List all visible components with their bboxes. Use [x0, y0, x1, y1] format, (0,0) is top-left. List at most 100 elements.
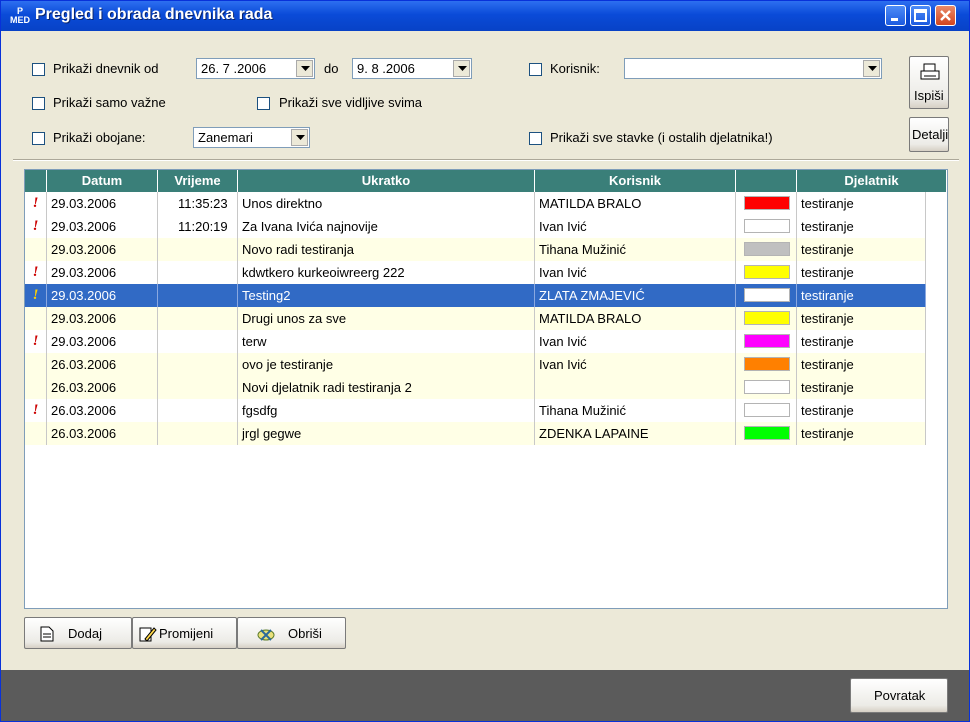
- table-row[interactable]: 29.03.2006 Drugi unos za sve MATILDA BRALO…: [25, 307, 926, 330]
- row-date-cell: 26.03.2006: [47, 376, 158, 399]
- table-row[interactable]: ! 29.03.2006 Testing2 ZLATA ZMAJEVIĆ testira…: [25, 284, 926, 307]
- all-items-label: Prikaži sve stavke (i ostalih djelatnika…: [550, 130, 773, 145]
- document-icon: [40, 626, 54, 642]
- row-time-cell: [158, 353, 238, 376]
- row-user-cell: Ivan Ivić: [535, 261, 736, 284]
- table-row[interactable]: 26.03.2006 Novi djelatnik radi testiranja…: [25, 376, 926, 399]
- row-worker-cell: testiranje: [797, 330, 926, 353]
- colored-checkbox[interactable]: [32, 132, 45, 145]
- user-filter-checkbox[interactable]: [529, 63, 542, 76]
- column-header-date[interactable]: Datum: [47, 170, 158, 192]
- scroll-down-button[interactable]: [947, 591, 948, 608]
- scroll-thumb[interactable]: [947, 270, 948, 464]
- row-flag-cell: !: [25, 330, 47, 353]
- edit-button[interactable]: Promijeni: [132, 617, 237, 649]
- row-flag-cell: !: [25, 399, 47, 422]
- row-date-cell: 29.03.2006: [47, 261, 158, 284]
- column-header-color[interactable]: [736, 170, 797, 192]
- row-time-cell: [158, 376, 238, 399]
- print-label: Ispiši: [914, 88, 944, 103]
- table-row[interactable]: 26.03.2006 jrgl gegwe ZDENKA LAPAINE testir…: [25, 422, 926, 445]
- date-to-label: do: [324, 61, 339, 76]
- color-swatch: [744, 219, 790, 233]
- chevron-down-icon: [301, 66, 310, 71]
- color-swatch: [744, 242, 790, 256]
- colored-select[interactable]: Zanemari: [193, 127, 310, 148]
- row-worker-cell: testiranje: [797, 215, 926, 238]
- row-flag-cell: !: [25, 192, 47, 215]
- edit-label: Promijeni: [159, 626, 214, 641]
- maximize-button[interactable]: [910, 5, 931, 26]
- table-row[interactable]: ! 29.03.2006 kdwtkero kurkeoiwreerg 222 Iva…: [25, 261, 926, 284]
- color-swatch: [744, 403, 790, 417]
- vertical-scrollbar[interactable]: [947, 170, 948, 608]
- row-flag-cell: [25, 422, 47, 445]
- close-icon: [940, 10, 951, 21]
- date-range-label: Prikaži dnevnik od: [53, 61, 159, 76]
- date-to-picker[interactable]: 9. 8 .2006: [352, 58, 472, 79]
- chevron-down-icon: [458, 66, 467, 71]
- log-table[interactable]: Datum Vrijeme Ukratko Korisnik Djelatnik…: [24, 169, 948, 609]
- date-from-dropdown-button[interactable]: [296, 60, 313, 77]
- date-to-dropdown-button[interactable]: [453, 60, 470, 77]
- row-flag-cell: [25, 353, 47, 376]
- colored-label: Prikaži obojane:: [53, 130, 146, 145]
- date-range-checkbox[interactable]: [32, 63, 45, 76]
- row-date-cell: 29.03.2006: [47, 330, 158, 353]
- row-time-cell: [158, 399, 238, 422]
- row-color-cell: [736, 422, 797, 445]
- row-time-cell: 11:35:23: [158, 192, 238, 215]
- table-row[interactable]: 26.03.2006 ovo je testiranje Ivan Ivić test…: [25, 353, 926, 376]
- row-summary-cell: fgsdfg: [238, 399, 535, 422]
- table-row[interactable]: ! 29.03.2006 terw Ivan Ivić testiranje: [25, 330, 926, 353]
- maximize-icon: [914, 9, 927, 22]
- column-header-flag[interactable]: [25, 170, 47, 192]
- colored-select-value: Zanemari: [198, 130, 253, 145]
- all-items-checkbox[interactable]: [529, 132, 542, 145]
- back-button[interactable]: Povratak: [850, 678, 948, 713]
- table-row[interactable]: 29.03.2006 Novo radi testiranja Tihana Muž…: [25, 238, 926, 261]
- title-bar[interactable]: P MED Pregled i obrada dnevnika rada: [1, 1, 969, 31]
- column-header-time[interactable]: Vrijeme: [158, 170, 238, 192]
- row-worker-cell: testiranje: [797, 238, 926, 261]
- row-user-cell: Tihana Mužinić: [535, 238, 736, 261]
- user-select[interactable]: [624, 58, 882, 79]
- add-button[interactable]: Dodaj: [24, 617, 132, 649]
- column-header-summary[interactable]: Ukratko: [238, 170, 535, 192]
- row-color-cell: [736, 215, 797, 238]
- visible-to-all-checkbox[interactable]: [257, 97, 270, 110]
- filter-separator: [13, 159, 959, 161]
- important-only-label: Prikaži samo važne: [53, 95, 166, 110]
- colored-select-dropdown-button[interactable]: [291, 129, 308, 146]
- scroll-up-button[interactable]: [947, 170, 948, 187]
- row-user-cell: Ivan Ivić: [535, 330, 736, 353]
- app-icon-bottom: MED: [10, 15, 30, 25]
- row-worker-cell: testiranje: [797, 353, 926, 376]
- row-summary-cell: Novi djelatnik radi testiranja 2: [238, 376, 535, 399]
- table-row[interactable]: ! 29.03.2006 11:20:19 Za Ivana Ivića najnov…: [25, 215, 926, 238]
- row-worker-cell: testiranje: [797, 307, 926, 330]
- date-from-picker[interactable]: 26. 7 .2006: [196, 58, 315, 79]
- important-only-checkbox[interactable]: [32, 97, 45, 110]
- row-date-cell: 29.03.2006: [47, 192, 158, 215]
- row-worker-cell: testiranje: [797, 422, 926, 445]
- back-label: Povratak: [874, 688, 926, 703]
- delete-button[interactable]: Obriši: [237, 617, 346, 649]
- details-button[interactable]: Detalji: [909, 117, 949, 152]
- row-worker-cell: testiranje: [797, 376, 926, 399]
- row-date-cell: 26.03.2006: [47, 422, 158, 445]
- row-summary-cell: Drugi unos za sve: [238, 307, 535, 330]
- close-button[interactable]: [935, 5, 956, 26]
- user-select-dropdown-button[interactable]: [863, 60, 880, 77]
- print-button[interactable]: Ispiši: [909, 56, 949, 109]
- column-header-user[interactable]: Korisnik: [535, 170, 736, 192]
- color-swatch: [744, 426, 790, 440]
- row-flag-cell: !: [25, 284, 47, 307]
- color-swatch: [744, 311, 790, 325]
- minimize-button[interactable]: [885, 5, 906, 26]
- window-title: Pregled i obrada dnevnika rada: [35, 6, 273, 23]
- table-row[interactable]: ! 29.03.2006 11:35:23 Unos direktno MATILDA …: [25, 192, 926, 215]
- column-header-worker[interactable]: Djelatnik: [797, 170, 947, 192]
- color-swatch: [744, 196, 790, 210]
- table-row[interactable]: ! 26.03.2006 fgsdfg Tihana Mužinić testiranj…: [25, 399, 926, 422]
